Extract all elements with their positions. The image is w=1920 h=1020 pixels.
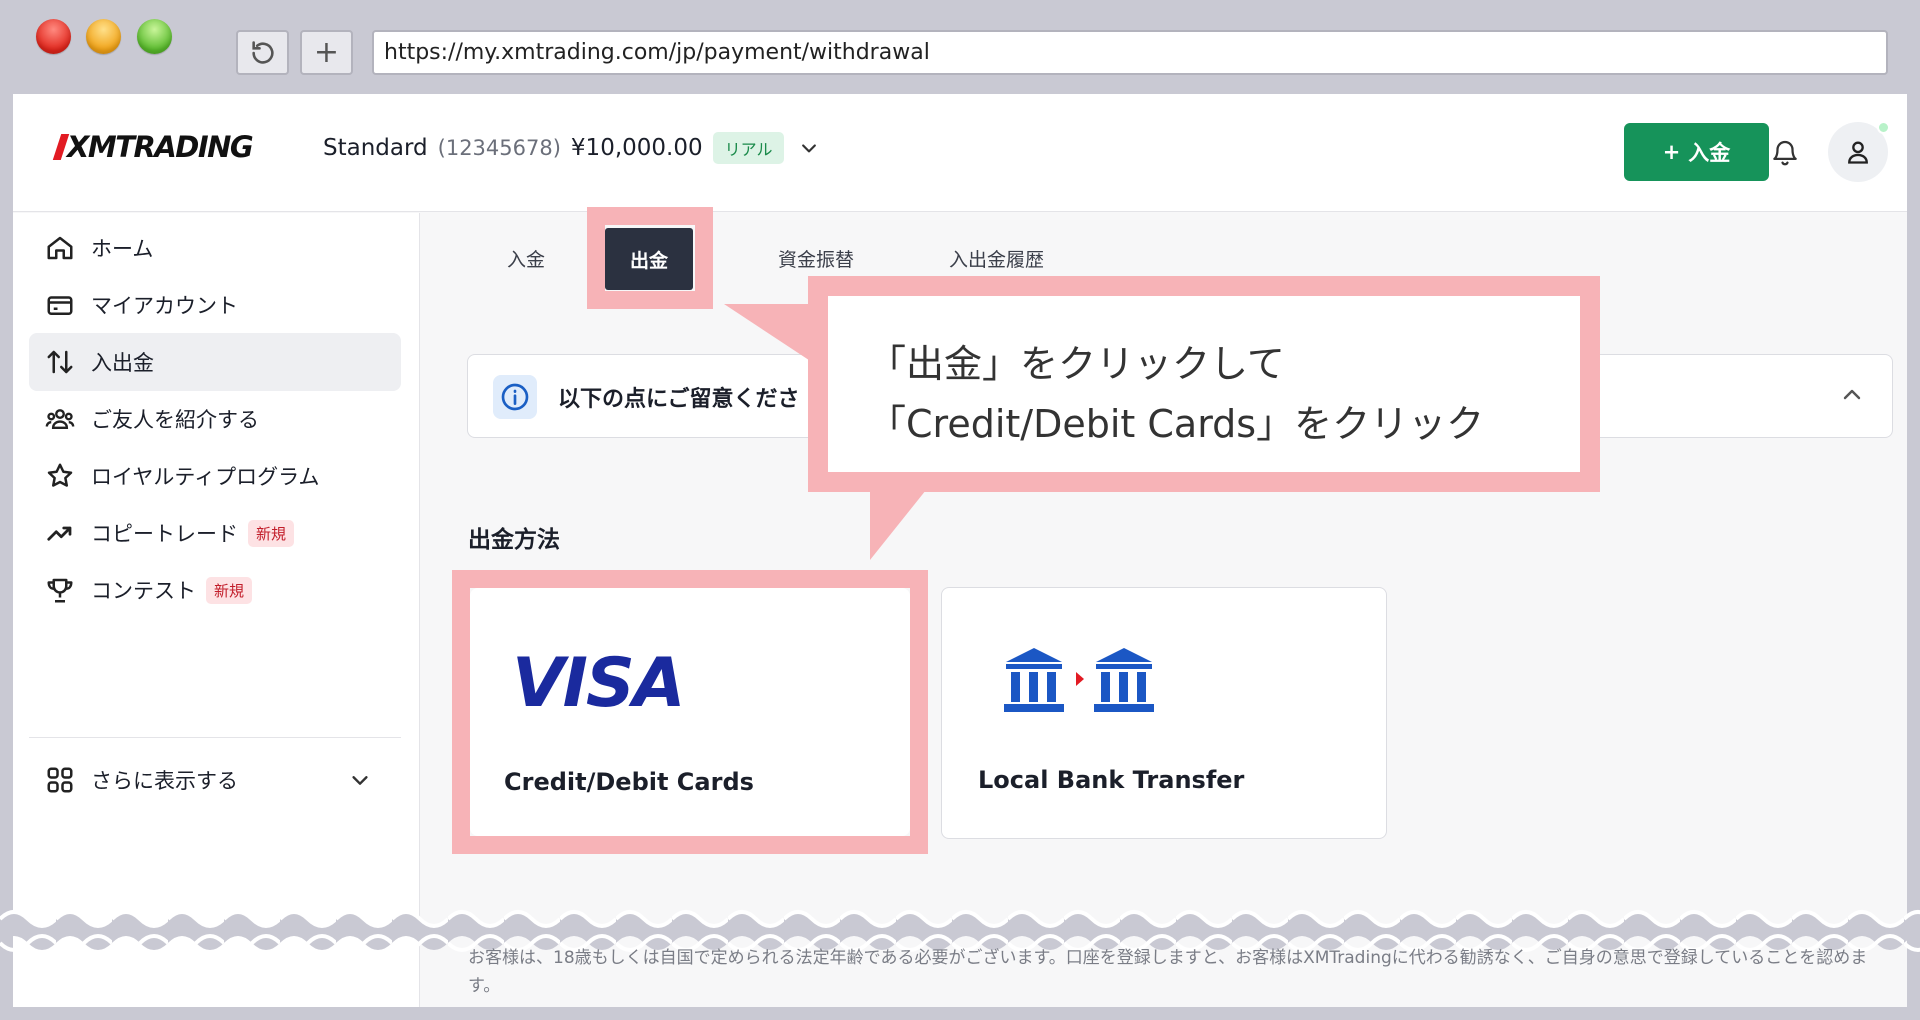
instruction-callout: 「出金」をクリックして 「Credit/Debit Cards」をクリック [808,276,1600,492]
callout-line-1: 「出金」をクリックして [868,342,1285,386]
address-bar[interactable]: https://my.xmtrading.com/jp/payment/with… [372,30,1888,75]
chevron-up-icon[interactable] [1840,383,1864,407]
sidebar-item-referral[interactable]: ご友人を紹介する [29,390,401,448]
callout-body: 「出金」をクリックして 「Credit/Debit Cards」をクリック [828,296,1580,472]
visa-logo: VISA [512,644,686,723]
method-label: Credit/Debit Cards [504,768,754,796]
browser-chrome: + https://my.xmtrading.com/jp/payment/wi… [0,0,1920,94]
user-avatar[interactable] [1828,121,1890,182]
new-badge: 新規 [248,519,295,547]
account-real-badge: リアル [712,132,785,164]
tab-deposit[interactable]: 入金 [507,213,545,303]
bell-icon[interactable] [1765,132,1805,172]
reload-icon [251,40,274,64]
user-icon [1848,141,1868,164]
sidebar-item-label: ロイヤルティプログラム [91,465,320,489]
sidebar-item-label: ご友人を紹介する [91,408,259,432]
account-type: Standard [323,135,428,161]
method-label: Local Bank Transfer [978,766,1245,794]
method-credit-debit-cards[interactable]: VISA Credit/Debit Cards [470,588,910,836]
sidebar-item-loyalty[interactable]: ロイヤルティプログラム [29,447,401,505]
chevron-down-icon [352,776,368,785]
sidebar-item-label: マイアカウント [91,294,238,318]
bank-transfer-icon [1004,648,1154,712]
sidebar-item-my-account[interactable]: マイアカウント [29,276,401,334]
sidebar-item-copy-trade[interactable]: コピートレード 新規 [29,504,401,562]
logo-text: XMTRADING [67,130,254,164]
reload-button[interactable] [236,30,289,75]
close-window-button[interactable] [36,19,71,54]
xm-logo[interactable]: XMTRADING [52,130,254,164]
sidebar-item-home[interactable]: ホーム [29,219,401,277]
sidebar-item-label: さらに表示する [91,769,238,793]
top-bar: XMTRADING Standard (12345678) ¥10,000.00… [13,94,1907,212]
grid-icon [47,767,73,793]
withdrawal-methods-title: 出金方法 [468,527,560,553]
method-local-bank-transfer[interactable]: Local Bank Transfer [941,587,1387,839]
chevron-down-icon[interactable] [794,133,824,163]
new-tab-button[interactable]: + [300,30,353,75]
people-icon [45,409,75,429]
sidebar-item-label: コンテスト [91,579,196,603]
new-badge: 新規 [206,576,253,604]
account-number: (12345678) [437,136,561,160]
info-icon [493,375,537,419]
sidebar-item-label: コピートレード [91,522,238,546]
maximize-window-button[interactable] [137,19,172,54]
star-icon [47,463,73,487]
sidebar-item-label: 入出金 [91,351,154,375]
account-balance: ¥10,000.00 [570,135,703,161]
age-disclaimer: お客様は、18歳もしくは自国で定められる法定年齢である必要がございます。口座を登… [468,948,1868,996]
minimize-window-button[interactable] [86,19,121,54]
transfer-arrows-icon [47,350,73,374]
trophy-icon [47,578,73,603]
account-selector[interactable]: Standard (12345678) ¥10,000.00 リアル [323,132,824,164]
deposit-button[interactable]: + 入金 [1624,123,1769,181]
sidebar: ホーム マイアカウント 入出金 ご友人を紹介する ロイヤルティプログラム コピー… [13,213,420,1007]
callout-line-2: 「Credit/Debit Cards」をクリック [868,402,1485,446]
plus-icon: + [313,35,340,70]
online-indicator [1877,121,1890,134]
page: XMTRADING Standard (12345678) ¥10,000.00… [13,94,1907,1007]
tab-withdraw[interactable]: 出金 [605,228,693,290]
sidebar-show-more[interactable]: さらに表示する [29,751,401,809]
home-icon [47,236,73,260]
sidebar-divider [29,737,401,738]
sidebar-item-payments[interactable]: 入出金 [29,333,401,391]
trend-up-icon [47,526,72,541]
callout-tail-bottom [870,480,934,560]
notice-text: 以下の点にご留意くださ [558,387,800,412]
plus-icon: + [1662,140,1681,164]
card-icon [47,296,73,315]
sidebar-item-contest[interactable]: コンテスト 新規 [29,561,401,619]
url-text: https://my.xmtrading.com/jp/payment/with… [384,40,930,65]
deposit-label: 入金 [1688,141,1731,165]
sidebar-item-label: ホーム [91,237,154,261]
